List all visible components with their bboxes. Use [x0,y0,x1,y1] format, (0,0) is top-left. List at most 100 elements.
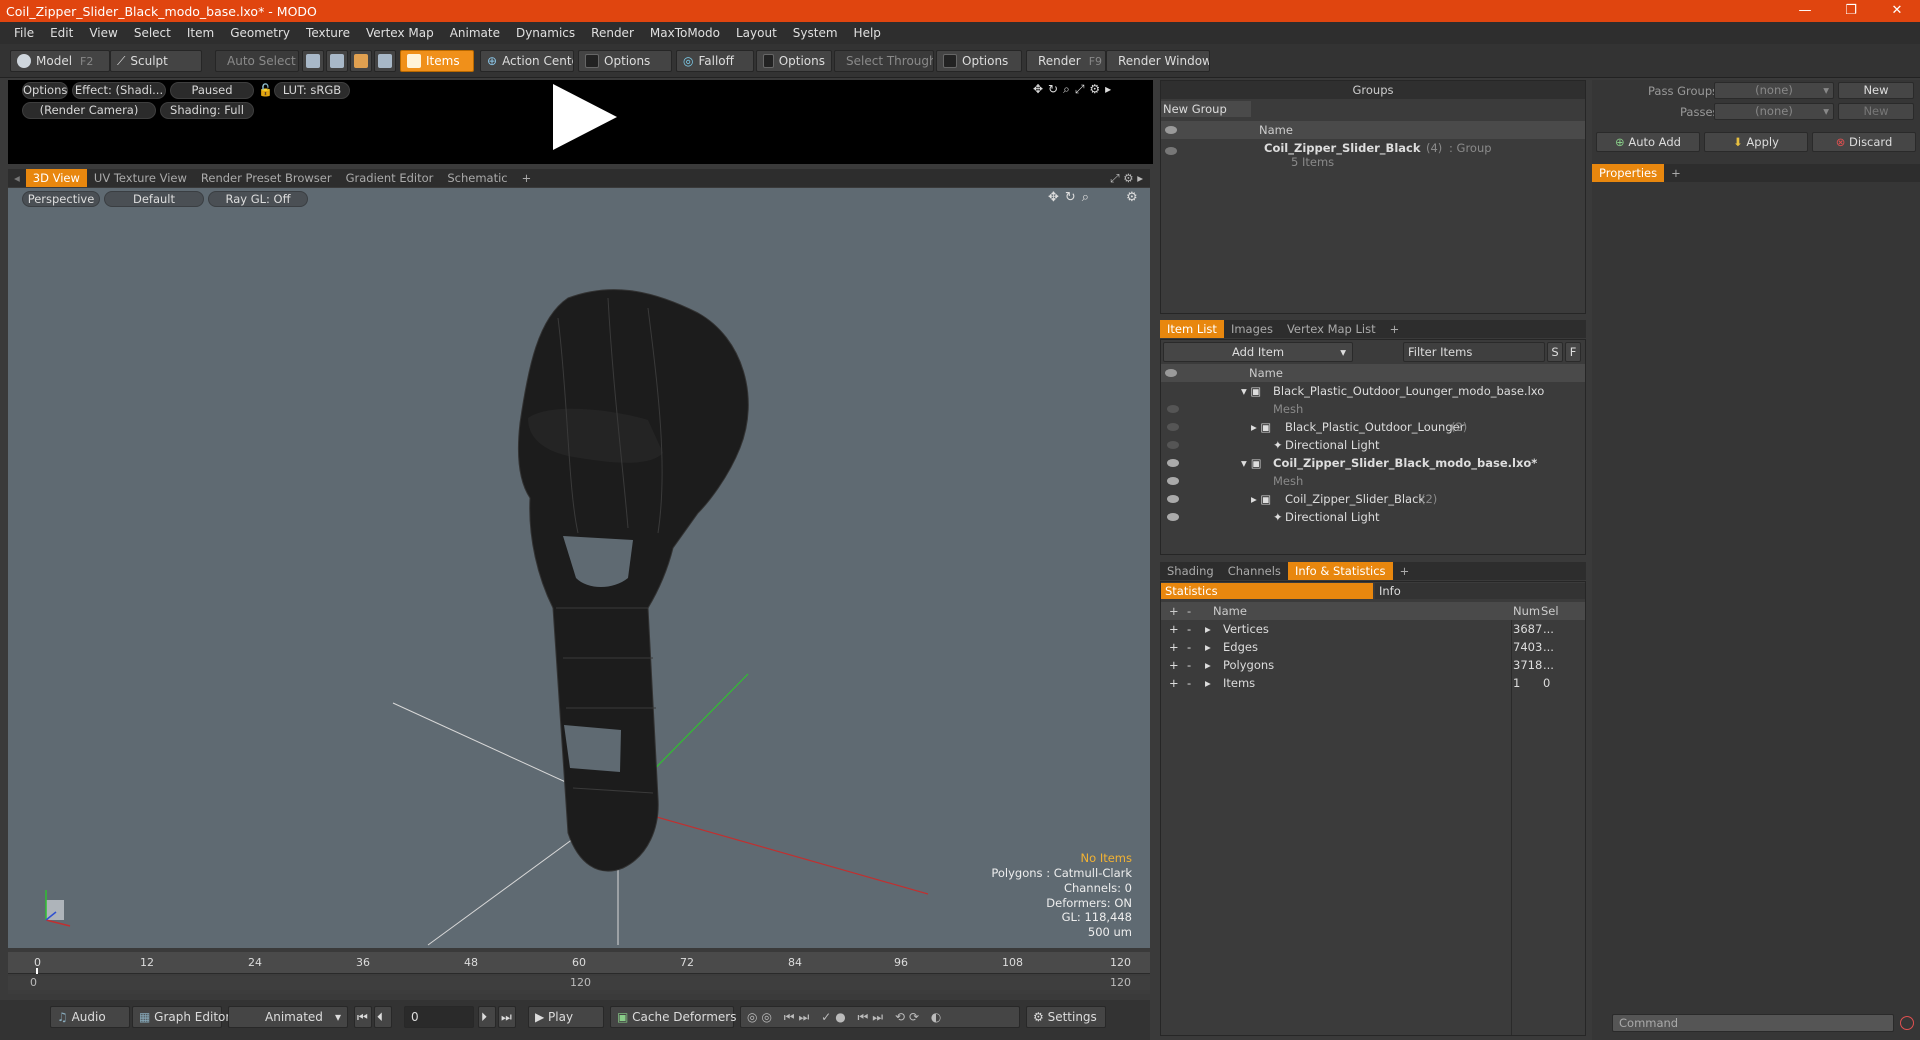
menu-help[interactable]: Help [846,26,889,40]
vertices-mode-button[interactable] [302,50,324,72]
table-row[interactable]: + - ▸ Vertices 3687... [1161,620,1585,638]
step-forward-button[interactable]: ⏵ [478,1006,496,1028]
list-item[interactable]: ▸ ▣ Black_Plastic_Outdoor_Lounger (2) [1161,418,1585,436]
3d-viewport[interactable]: No Items Polygons : Catmull-Clark Channe… [8,188,1150,948]
eye-icon[interactable] [1165,147,1177,155]
preview-nav-icons[interactable]: ✥↻⌕⤢⚙▸ [1033,82,1116,97]
list-item[interactable]: ✦ Directional Light [1161,508,1585,526]
add-item-dropdown[interactable]: Add Item ▾ [1163,342,1353,362]
group-row[interactable]: Coil_Zipper_Slider_Black (4) : Group 5 I… [1161,139,1585,169]
table-row[interactable]: + - ▸ Edges 7403... [1161,638,1585,656]
list-item[interactable]: Mesh [1161,400,1585,418]
close-button[interactable]: ✕ [1874,0,1920,22]
list-item[interactable]: ▾ ▣ Coil_Zipper_Slider_Black_modo_base.lx… [1161,454,1585,472]
key-tools-group[interactable]: ◎◎ ⏮⏭ ✓● ⏮⏭ ⟲⟳ ◐ [740,1006,1020,1028]
command-input[interactable]: Command [1612,1014,1894,1032]
menu-texture[interactable]: Texture [298,26,358,40]
playhead[interactable] [36,968,38,974]
action-center-button[interactable]: ⊕Action Center [480,50,574,72]
select-through-options-button[interactable]: Options [936,50,1022,72]
sculpt-mode-button[interactable]: ⟋ Sculpt [110,50,202,72]
record-icon[interactable] [1900,1016,1914,1030]
render-camera-dropdown[interactable]: (Render Camera) [22,102,156,119]
graph-editor-button[interactable]: ▦ Graph Editor [132,1006,230,1028]
table-row[interactable]: + - ▸ Items 1 0 [1161,674,1585,692]
eye-icon[interactable] [1167,459,1179,467]
settings-button[interactable]: ⚙ Settings [1026,1006,1106,1028]
raygl-dropdown[interactable]: Ray GL: Off [208,191,308,207]
tab-render-preset-browser[interactable]: Render Preset Browser [194,169,339,187]
add-tab-button[interactable]: + [515,169,539,187]
new-pass-group-button[interactable]: New [1838,82,1914,99]
menu-geometry[interactable]: Geometry [222,26,298,40]
perspective-dropdown[interactable]: Perspective [22,191,100,207]
info-subtab[interactable]: Info [1375,583,1585,599]
auto-select-button[interactable]: Auto Select [215,50,299,72]
filter-items-input[interactable]: Filter Items [1403,342,1545,362]
new-pass-button[interactable]: New [1838,103,1914,120]
menu-render[interactable]: Render [583,26,642,40]
audio-button[interactable]: ♫ Audio [50,1006,130,1028]
menu-item[interactable]: Item [179,26,222,40]
eye-icon[interactable] [1167,513,1179,521]
falloff-options-button[interactable]: Options [756,50,832,72]
polygons-mode-button[interactable] [350,50,372,72]
tab-schematic[interactable]: Schematic [440,169,514,187]
edges-mode-button[interactable] [326,50,348,72]
cache-deformers-button[interactable]: ▣ Cache Deformers [610,1006,736,1028]
pass-groups-dropdown[interactable]: (none) ▾ [1714,82,1834,99]
go-to-start-button[interactable]: ⏮ [354,1006,372,1028]
statistics-subtab[interactable]: Statistics [1161,583,1373,599]
maximize-button[interactable]: ❐ [1828,0,1874,22]
timeline[interactable]: 0 12 24 36 48 60 72 84 96 108 120 0 120 … [8,952,1150,994]
discard-button[interactable]: ⊗ Discard [1812,132,1916,152]
tab-shading[interactable]: Shading [1160,562,1221,580]
effect-dropdown[interactable]: Effect: (Shadi... [72,82,166,99]
table-row[interactable]: + - ▸ Polygons 3718... [1161,656,1585,674]
list-item[interactable]: ▾ ▣ Black_Plastic_Outdoor_Lounger_modo_ba… [1161,382,1585,400]
animated-dropdown[interactable]: Animated ▾ [228,1006,348,1028]
render-button[interactable]: Render F9 [1026,50,1106,72]
paused-toggle[interactable]: Paused [170,82,254,99]
menu-layout[interactable]: Layout [728,26,785,40]
passes-dropdown[interactable]: (none) ▾ [1714,103,1834,120]
preview-options-button[interactable]: Options [22,82,68,99]
auto-add-button[interactable]: ⊕ Auto Add [1596,132,1700,152]
menu-system[interactable]: System [785,26,846,40]
shading-dropdown[interactable]: Shading: Full [160,102,254,119]
lut-dropdown[interactable]: LUT: sRGB [274,82,350,99]
lock-icon[interactable]: 🔓 [258,83,273,97]
range-bar[interactable]: 0 120 120 [8,976,1150,990]
f-filter-button[interactable]: F [1565,342,1581,362]
default-dropdown[interactable]: Default [104,191,204,207]
apply-button[interactable]: ⬇ Apply [1704,132,1808,152]
tab-uv-texture-view[interactable]: UV Texture View [87,169,194,187]
tab-info-statistics[interactable]: Info & Statistics [1287,562,1393,580]
eye-icon[interactable] [1167,495,1179,503]
items-mode-button[interactable]: Items [400,50,474,72]
eye-icon[interactable] [1167,477,1179,485]
play-button[interactable]: ▶ Play [528,1006,604,1028]
menu-dynamics[interactable]: Dynamics [508,26,583,40]
menu-maxtomodo[interactable]: MaxToModo [642,26,728,40]
render-window-button[interactable]: Render Window [1106,50,1210,72]
add-tab-button[interactable]: + [1393,562,1417,580]
render-preview[interactable]: Options Effect: (Shadi... Paused 🔓 LUT: … [8,80,1153,164]
minimize-button[interactable]: — [1782,0,1828,22]
add-tab-button[interactable]: + [1383,320,1407,338]
tab-properties[interactable]: Properties [1592,164,1665,182]
menu-view[interactable]: View [81,26,125,40]
tab-images[interactable]: Images [1224,320,1280,338]
new-group-button[interactable]: New Group [1161,101,1251,117]
go-to-end-button[interactable]: ⏭ [498,1006,516,1028]
timeline-ruler[interactable]: 0 12 24 36 48 60 72 84 96 108 120 [8,952,1150,974]
menu-animate[interactable]: Animate [442,26,508,40]
menu-select[interactable]: Select [126,26,179,40]
action-center-options-button[interactable]: Options [578,50,672,72]
select-through-button[interactable]: Select Through [834,50,934,72]
tab-item-list[interactable]: Item List [1160,320,1224,338]
list-item[interactable]: ▸ ▣ Coil_Zipper_Slider_Black (2) [1161,490,1585,508]
frame-input[interactable]: 0 [404,1006,474,1028]
model-mode-button[interactable]: Model F2 [10,50,110,72]
eye-icon[interactable] [1167,405,1179,413]
